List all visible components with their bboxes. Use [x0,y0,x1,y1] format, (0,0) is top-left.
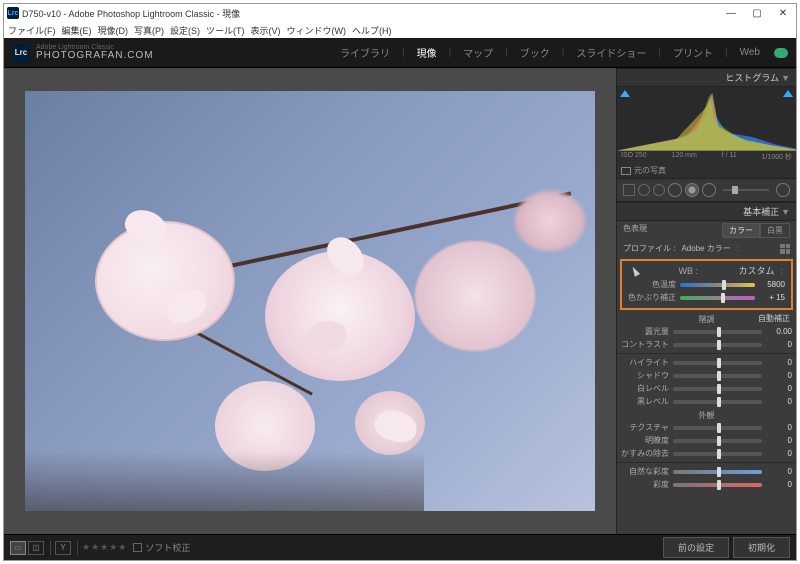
before-after-icon[interactable]: ◫ [28,541,44,555]
module-book[interactable]: ブック [516,45,554,60]
module-develop[interactable]: 現像 [413,45,441,60]
module-print[interactable]: プリント [669,45,717,60]
soft-proof-label: ソフト校正 [145,541,190,554]
treatment-color[interactable]: カラー [722,223,760,238]
menu-develop[interactable]: 現像(D) [98,24,129,37]
top-bar: Lrc Adobe Lightroom Classic PHOTOGRAFAN.… [4,38,796,68]
menu-help[interactable]: ヘルプ(H) [352,24,392,37]
profile-dropdown-icon[interactable]: : [737,244,739,253]
menu-settings[interactable]: 設定(S) [170,24,200,37]
basic-header[interactable]: 基本補正▼ [617,202,796,221]
identity-plate: Adobe Lightroom Classic PHOTOGRAFAN.COM [36,44,154,61]
brush-tool[interactable] [776,183,790,197]
menu-photo[interactable]: 写真(P) [134,24,164,37]
temp-slider[interactable]: 色温度 5800 [624,278,789,291]
menu-window[interactable]: ウィンドウ(W) [287,24,347,37]
mask-radial-fill-icon[interactable] [685,183,699,197]
minimize-button[interactable]: — [718,4,744,22]
tint-slider[interactable]: 色かぶり補正 + 15 [624,291,789,304]
histogram-header[interactable]: ヒストグラム▼ [617,68,796,87]
mask-radial2-icon[interactable] [702,183,716,197]
histogram[interactable] [617,87,796,151]
close-button[interactable]: ✕ [770,4,796,22]
lrc-logo: Lrc [12,44,30,62]
maximize-button[interactable]: ▢ [744,4,770,22]
tool-amount-slider[interactable] [723,189,769,191]
menu-view[interactable]: 表示(V) [251,24,281,37]
rating-stars[interactable]: ★★★★★ [82,542,127,553]
crop-tool[interactable] [623,184,635,196]
treatment-bw[interactable]: 白黒 [760,223,790,238]
wb-label: WB : [642,266,734,276]
menu-file[interactable]: ファイル(F) [8,24,56,37]
module-picker: ライブラリ| 現像| マップ| ブック| スライドショー| プリント| Web [336,45,788,60]
wb-dropdown-icon[interactable]: : [780,266,783,276]
before-after-y-icon[interactable]: Y [55,541,71,555]
toolbar-bottom: ▭ ◫ Y ★★★★★ ソフト校正 前の設定 初期化 [4,534,796,560]
spot-tool[interactable] [638,184,650,196]
clarity-slider[interactable]: 明瞭度0 [617,434,796,447]
profile-row: プロファイル : Adobe カラー : [617,240,796,257]
cloud-sync-icon[interactable] [774,48,788,58]
right-panel: ヒストグラム▼ ISO 250120 mmf / 111/1000 秒 元の写真 [616,68,796,534]
saturation-slider[interactable]: 彩度0 [617,478,796,491]
highlights-slider[interactable]: ハイライト0 [617,356,796,369]
temp-value[interactable]: 5800 [759,280,785,289]
soft-proof-checkbox[interactable] [133,543,142,552]
module-web[interactable]: Web [736,47,764,58]
previous-button[interactable]: 前の設定 [663,537,729,558]
tool-strip [617,178,796,202]
module-library[interactable]: ライブラリ [336,45,394,60]
menu-bar: ファイル(F) 編集(E) 現像(D) 写真(P) 設定(S) ツール(T) 表… [4,22,796,38]
presence-header: 外観 [617,408,796,421]
reset-button[interactable]: 初期化 [733,537,790,558]
menu-tools[interactable]: ツール(T) [206,24,245,37]
image-canvas[interactable] [4,68,616,534]
vibrance-slider[interactable]: 自然な彩度0 [617,465,796,478]
profile-label: プロファイル : [623,243,675,254]
dehaze-slider[interactable]: かすみの除去0 [617,447,796,460]
temp-label: 色温度 [628,279,676,290]
wb-eyedropper-icon[interactable] [630,265,640,277]
loupe-view-icon[interactable]: ▭ [10,541,26,555]
window-title: D750-v10 - Adobe Photoshop Lightroom Cla… [22,7,240,20]
blacks-slider[interactable]: 黒レベル0 [617,395,796,408]
menu-edit[interactable]: 編集(E) [62,24,92,37]
module-slideshow[interactable]: スライドショー [572,45,650,60]
app-icon: Lrc [7,7,19,19]
contrast-slider[interactable]: コントラスト0 [617,338,796,351]
wb-highlight-box: WB : カスタム : 色温度 5800 色かぶり補正 + 15 [620,259,793,310]
texture-slider[interactable]: テクスチャ0 [617,421,796,434]
tint-label: 色かぶり補正 [628,292,676,303]
profile-value[interactable]: Adobe カラー [681,243,730,254]
exif-strip: ISO 250120 mmf / 111/1000 秒 [617,151,796,163]
original-photo-toggle[interactable]: 元の写真 [617,163,796,178]
module-map[interactable]: マップ [459,45,497,60]
wb-row: WB : カスタム : [624,263,789,278]
photo-preview [25,91,595,511]
tone-header: 階調自動補正 [617,312,796,325]
window-titlebar: Lrc D750-v10 - Adobe Photoshop Lightroom… [4,4,796,22]
auto-tone[interactable]: 自動補正 [758,313,790,324]
brand-main: PHOTOGRAFAN.COM [36,51,154,61]
treatment-row: 色表現 カラー 白黒 [617,221,796,240]
tint-value[interactable]: + 15 [759,293,785,302]
whites-slider[interactable]: 白レベル0 [617,382,796,395]
redeye-tool[interactable] [653,184,665,196]
shadows-slider[interactable]: シャドウ0 [617,369,796,382]
treatment-label: 色表現 [623,223,722,238]
exposure-slider[interactable]: 露光量0.00 [617,325,796,338]
wb-preset[interactable]: カスタム [738,264,774,277]
mask-radial-icon[interactable] [668,183,682,197]
profile-browser-icon[interactable] [780,244,790,254]
